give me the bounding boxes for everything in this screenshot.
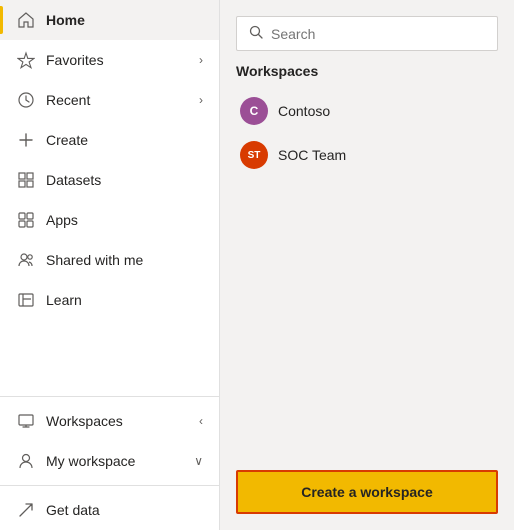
sidebar-item-workspaces[interactable]: Workspaces ‹ <box>0 401 219 441</box>
sidebar-divider <box>0 396 219 397</box>
sidebar-label-getdata: Get data <box>46 502 203 518</box>
workspaces-title: Workspaces <box>236 63 498 79</box>
sidebar-item-create[interactable]: Create <box>0 120 219 160</box>
learn-icon <box>16 290 36 310</box>
create-workspace-button[interactable]: Create a workspace <box>236 470 498 514</box>
myworkspace-icon <box>16 451 36 471</box>
recent-chevron: › <box>199 93 203 107</box>
datasets-icon <box>16 170 36 190</box>
sidebar-item-recent[interactable]: Recent › <box>0 80 219 120</box>
sidebar-item-learn[interactable]: Learn <box>0 280 219 320</box>
sidebar-label-datasets: Datasets <box>46 172 203 188</box>
sidebar-label-favorites: Favorites <box>46 52 189 68</box>
workspaces-section: Workspaces C Contoso ST SOC Team <box>236 63 498 458</box>
getdata-icon <box>16 500 36 520</box>
sidebar-item-getdata[interactable]: Get data <box>0 490 219 530</box>
sidebar-item-home[interactable]: Home <box>0 0 219 40</box>
favorites-icon <box>16 50 36 70</box>
contoso-name: Contoso <box>278 103 330 119</box>
workspace-contoso[interactable]: C Contoso <box>236 89 498 133</box>
sidebar-item-favorites[interactable]: Favorites › <box>0 40 219 80</box>
sidebar-divider-2 <box>0 485 219 486</box>
apps-icon <box>16 210 36 230</box>
create-icon <box>16 130 36 150</box>
sidebar-item-apps[interactable]: Apps <box>0 200 219 240</box>
sidebar-label-myworkspace: My workspace <box>46 453 184 469</box>
sidebar-item-myworkspace[interactable]: My workspace ∨ <box>0 441 219 481</box>
favorites-chevron: › <box>199 53 203 67</box>
workspaces-nav-icon <box>16 411 36 431</box>
sidebar-label-apps: Apps <box>46 212 203 228</box>
sidebar: Home Favorites › Recent › Create <box>0 0 220 530</box>
sidebar-label-shared: Shared with me <box>46 252 203 268</box>
sidebar-label-home: Home <box>46 12 203 28</box>
main-content: Workspaces C Contoso ST SOC Team Create … <box>220 0 514 530</box>
workspace-soc-team[interactable]: ST SOC Team <box>236 133 498 177</box>
home-icon <box>16 10 36 30</box>
sidebar-label-create: Create <box>46 132 203 148</box>
workspaces-chevron: ‹ <box>199 414 203 428</box>
contoso-avatar: C <box>240 97 268 125</box>
soc-team-name: SOC Team <box>278 147 346 163</box>
search-input[interactable] <box>271 26 485 42</box>
search-icon <box>249 25 263 42</box>
shared-icon <box>16 250 36 270</box>
sidebar-item-datasets[interactable]: Datasets <box>0 160 219 200</box>
sidebar-item-shared[interactable]: Shared with me <box>0 240 219 280</box>
sidebar-label-learn: Learn <box>46 292 203 308</box>
search-box[interactable] <box>236 16 498 51</box>
myworkspace-chevron: ∨ <box>194 454 203 468</box>
soc-team-avatar: ST <box>240 141 268 169</box>
sidebar-label-recent: Recent <box>46 92 189 108</box>
recent-icon <box>16 90 36 110</box>
sidebar-label-workspaces: Workspaces <box>46 413 189 429</box>
